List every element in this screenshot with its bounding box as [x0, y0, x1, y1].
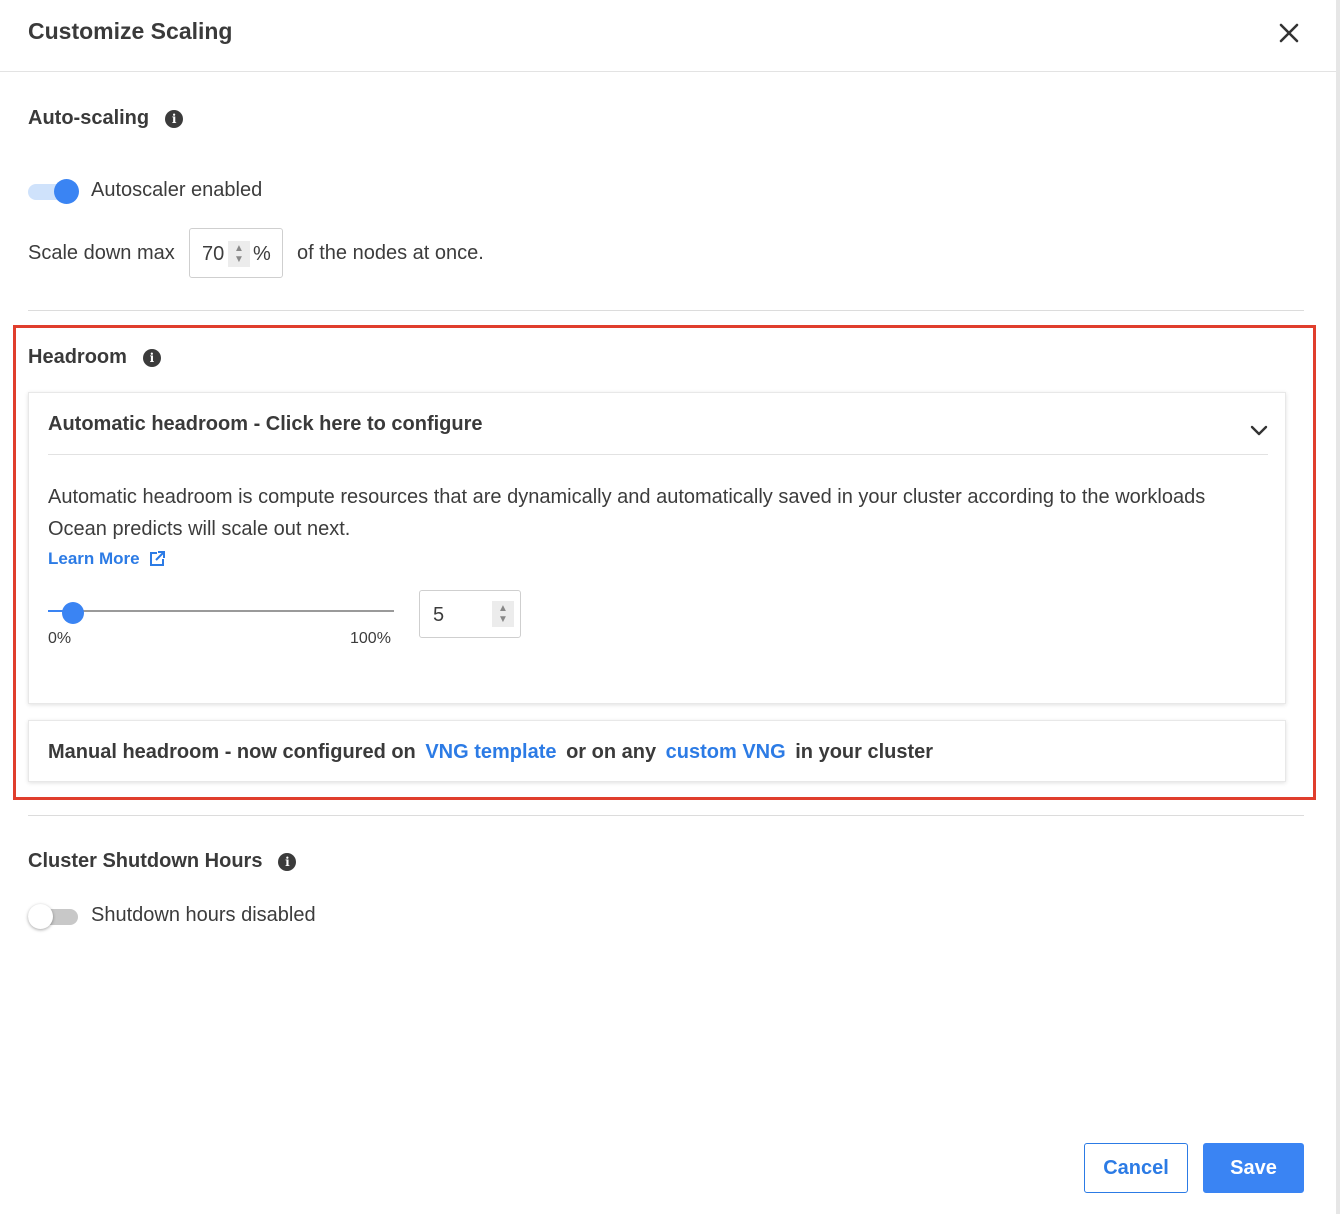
custom-vng-link[interactable]: custom VNG	[666, 741, 786, 763]
manual-headroom-panel: Manual headroom - now configured on VNG …	[28, 720, 1286, 782]
info-icon[interactable]: i	[278, 852, 297, 871]
automatic-headroom-title[interactable]: Automatic headroom - Click here to confi…	[48, 413, 483, 436]
autoscaler-toggle[interactable]	[28, 178, 80, 204]
shutdown-toggle-label: Shutdown hours disabled	[91, 904, 316, 926]
headroom-percent-value: 5	[433, 604, 445, 626]
scale-down-suffix: of the nodes at once.	[297, 242, 484, 264]
chevron-down-icon[interactable]: ▼	[498, 614, 508, 625]
shutdown-section-title: Cluster Shutdown Hours i	[28, 850, 297, 873]
chevron-up-icon[interactable]: ▲	[234, 243, 244, 254]
chevron-up-icon[interactable]: ▲	[498, 603, 508, 614]
scale-down-input[interactable]: 70 ▲ ▼ %	[189, 228, 283, 278]
vng-template-link[interactable]: VNG template	[425, 741, 556, 763]
external-link-icon	[149, 551, 165, 566]
slider-min-label: 0%	[48, 630, 72, 647]
manual-headroom-suffix: in your cluster	[795, 741, 934, 763]
scale-down-value: 70	[202, 243, 225, 265]
scale-down-unit: %	[253, 243, 271, 265]
save-button[interactable]: Save	[1203, 1143, 1304, 1193]
automatic-headroom-description: Automatic headroom is compute resources …	[48, 486, 1206, 540]
background-edge	[1336, 0, 1340, 1214]
manual-headroom-text: Manual headroom - now configured on VNG …	[48, 741, 933, 764]
scale-down-prefix: Scale down max	[28, 242, 175, 264]
learn-more-link[interactable]: Learn More	[48, 549, 166, 569]
automatic-headroom-panel: Automatic headroom - Click here to confi…	[28, 392, 1286, 704]
info-icon[interactable]: i	[165, 109, 184, 128]
manual-headroom-middle: or on any	[566, 741, 657, 763]
close-icon[interactable]	[1274, 18, 1304, 48]
scale-down-stepper[interactable]: ▲ ▼	[228, 241, 250, 267]
manual-headroom-prefix: Manual headroom - now configured on	[48, 741, 416, 763]
headroom-title: Headroom	[28, 346, 127, 368]
chevron-down-icon[interactable]	[1247, 418, 1271, 442]
chevron-down-icon[interactable]: ▼	[234, 254, 244, 265]
headroom-percent-input[interactable]: 5 ▲ ▼	[419, 590, 521, 638]
shutdown-title: Cluster Shutdown Hours	[28, 850, 263, 872]
learn-more-label: Learn More	[48, 549, 140, 568]
customize-scaling-dialog: Customize Scaling Auto-scaling i Autosca…	[0, 0, 1336, 1214]
dialog-title: Customize Scaling	[28, 18, 233, 44]
slider-max-label: 100%	[350, 630, 391, 647]
info-icon[interactable]: i	[142, 348, 161, 367]
panel-divider	[48, 454, 1268, 455]
section-divider	[28, 310, 1304, 311]
section-divider	[28, 815, 1304, 816]
headroom-stepper[interactable]: ▲ ▼	[492, 601, 514, 627]
shutdown-hours-toggle[interactable]	[28, 903, 80, 929]
autoscaler-toggle-label: Autoscaler enabled	[91, 179, 263, 201]
autoscaling-section-title: Auto-scaling i	[28, 107, 184, 130]
dialog-header: Customize Scaling	[0, 0, 1336, 72]
headroom-section-title: Headroom i	[28, 346, 161, 369]
headroom-slider-handle[interactable]	[62, 602, 85, 624]
cancel-button[interactable]: Cancel	[1084, 1143, 1188, 1193]
autoscaling-title: Auto-scaling	[28, 107, 150, 129]
headroom-slider-track[interactable]	[48, 610, 394, 612]
